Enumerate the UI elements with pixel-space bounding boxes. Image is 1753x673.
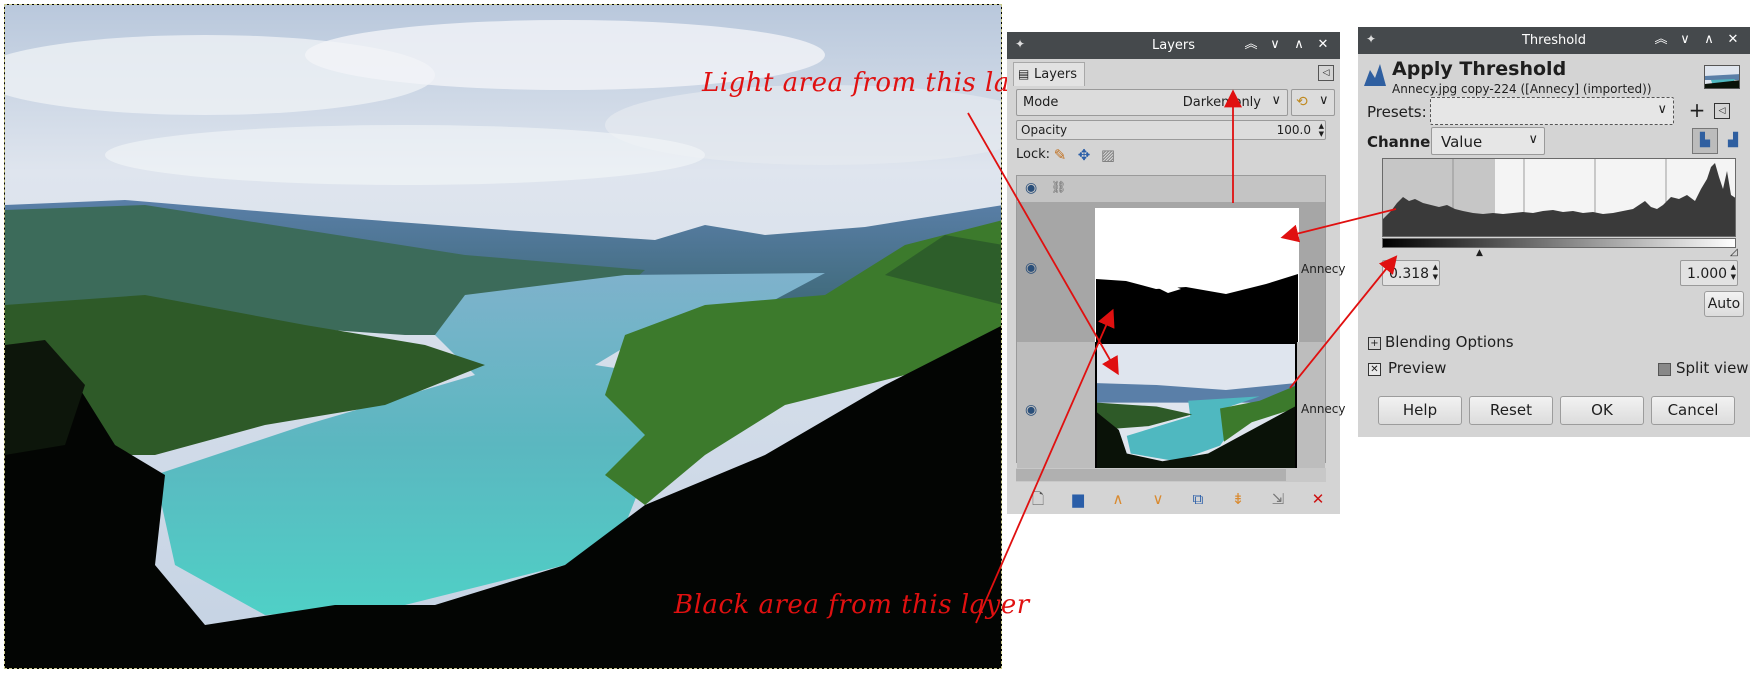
tab-menu-icon[interactable]: ◁ — [1318, 65, 1334, 81]
scrollbar-thumb[interactable] — [1016, 469, 1286, 481]
presets-combo[interactable]: ∨ — [1430, 97, 1674, 125]
preview-label: Preview — [1388, 359, 1447, 377]
ok-button[interactable]: OK — [1560, 396, 1644, 425]
presets-label: Presets: — [1367, 103, 1427, 121]
channel-select[interactable]: Value ∨ — [1431, 127, 1545, 155]
layers-tab-icon: ▤ — [1018, 67, 1030, 81]
close-icon[interactable]: ✕ — [1315, 37, 1331, 53]
lock-label: Lock: — [1016, 147, 1051, 162]
value-gradient-bar — [1382, 238, 1736, 248]
eye-icon: ◉ — [1025, 180, 1038, 196]
layer-name: Annecy — [1301, 402, 1346, 416]
split-view-label: Split view — [1676, 359, 1749, 377]
move-lock-icon[interactable]: ✥ — [1075, 146, 1093, 164]
spin-arrows-icon[interactable]: ▲ ▼ — [1319, 122, 1324, 138]
layer-list[interactable]: ◉ ⛓ ◉ Annecy ◉ Annecy — [1016, 175, 1346, 482]
high-threshold-value: 1.000 — [1687, 266, 1728, 282]
threshold-titlebar: ✦ Threshold ︽ ∨ ∧ ✕ — [1358, 27, 1750, 54]
merge-icon[interactable]: ⇲ — [1269, 490, 1287, 508]
layers-dock: ✦ Layers ︽ ∨ ∧ ✕ ▤ Layers ◁ Mode Darken … — [1007, 32, 1346, 514]
close-icon[interactable]: ✕ — [1725, 32, 1741, 48]
tab-layers-label: Layers — [1034, 67, 1078, 82]
opacity-value: 100.0 — [1276, 123, 1311, 137]
layer-name: Annecy — [1301, 262, 1346, 276]
help-button[interactable]: Help — [1378, 396, 1462, 425]
eye-icon[interactable]: ◉ — [1025, 260, 1037, 276]
threshold-tool-icon — [1362, 60, 1388, 88]
alpha-lock-icon[interactable]: ▨ — [1099, 146, 1117, 164]
log-histogram-icon[interactable]: ▟ — [1720, 128, 1746, 154]
spin-arrows-icon[interactable]: ▲ ▼ — [1731, 262, 1736, 282]
composite-mode-button[interactable]: ⟲ ∨ — [1291, 89, 1335, 116]
annotation-black-area: Black area from this layer — [674, 590, 1030, 620]
auto-button[interactable]: Auto — [1704, 291, 1744, 317]
new-group-icon[interactable]: ▆ — [1069, 490, 1087, 508]
layers-titlebar: ✦ Layers ︽ ∨ ∧ ✕ — [1007, 32, 1340, 59]
chevron-down-icon: ∨ — [1528, 132, 1538, 147]
channel-value: Value — [1441, 133, 1483, 151]
chevron-down-icon: ∨ — [1319, 93, 1329, 108]
annotation-light-area: Light area from this layer — [702, 68, 1054, 98]
anchor-icon[interactable]: ⇟ — [1229, 490, 1247, 508]
minimize-icon[interactable]: ∨ — [1267, 37, 1283, 53]
layer-row[interactable]: ◉ Annecy — [1017, 202, 1346, 344]
split-view-checkbox[interactable] — [1658, 363, 1671, 376]
linear-histogram-icon[interactable]: ▙ — [1692, 128, 1718, 154]
expand-icon[interactable]: + — [1368, 337, 1381, 350]
delete-icon[interactable]: ✕ — [1309, 490, 1327, 508]
paint-lock-icon[interactable]: ✎ — [1051, 146, 1069, 164]
opacity-slider[interactable]: Opacity 100.0 ▲ ▼ — [1016, 120, 1326, 140]
low-threshold-value: 0.318 — [1389, 266, 1430, 282]
low-threshold-input[interactable]: 0.318 ▲ ▼ — [1382, 260, 1440, 286]
image-canvas[interactable] — [4, 4, 1002, 669]
shade-up-icon[interactable]: ︽ — [1653, 32, 1669, 48]
layer-row[interactable]: ◉ Annecy — [1017, 342, 1346, 482]
duplicate-icon[interactable]: ⧉ — [1189, 490, 1207, 508]
plus-icon[interactable]: + — [1688, 100, 1706, 120]
maximize-icon[interactable]: ∧ — [1701, 32, 1717, 48]
raise-icon[interactable]: ∧ — [1109, 490, 1127, 508]
histogram[interactable] — [1382, 158, 1736, 237]
high-threshold-input[interactable]: 1.000 ▲ ▼ — [1680, 260, 1738, 286]
presets-menu-icon[interactable]: ◁ — [1714, 103, 1730, 119]
chevron-down-icon: ∨ — [1271, 93, 1281, 108]
eye-icon[interactable]: ◉ — [1025, 402, 1037, 418]
tab-layers[interactable]: ▤ Layers — [1013, 62, 1085, 86]
opacity-label: Opacity — [1021, 123, 1068, 137]
dialog-subtitle: Annecy.jpg copy-224 ([Annecy] (imported)… — [1392, 82, 1652, 96]
new-layer-icon[interactable]: 🗋 — [1029, 490, 1047, 508]
histogram-bars — [1383, 159, 1735, 236]
minimize-icon[interactable]: ∨ — [1677, 32, 1693, 48]
chain-icon: ⛓ — [1051, 180, 1067, 194]
cancel-button[interactable]: Cancel — [1651, 396, 1735, 425]
layer-list-header: ◉ ⛓ — [1017, 176, 1325, 202]
landscape-image — [5, 5, 1001, 668]
layer-list-scrollbar[interactable] — [1016, 468, 1326, 482]
reset-button[interactable]: Reset — [1469, 396, 1553, 425]
layer-thumbnail-photo — [1095, 342, 1297, 476]
spin-arrows-icon[interactable]: ▲ ▼ — [1433, 262, 1438, 282]
mode-value: Darken only — [1182, 95, 1261, 110]
dialog-heading: Apply Threshold — [1392, 58, 1567, 80]
high-threshold-handle[interactable]: ◿ — [1730, 247, 1738, 258]
chevron-down-icon: ∨ — [1657, 102, 1667, 117]
maximize-icon[interactable]: ∧ — [1291, 37, 1307, 53]
lower-icon[interactable]: ∨ — [1149, 490, 1167, 508]
mode-select[interactable]: Mode Darken only ∨ — [1016, 89, 1288, 116]
threshold-dialog: ✦ Threshold ︽ ∨ ∧ ✕ Apply Threshold Anne… — [1358, 27, 1750, 437]
mode-label: Mode — [1023, 95, 1059, 110]
shade-up-icon[interactable]: ︽ — [1243, 37, 1259, 53]
blending-options-expander[interactable]: Blending Options — [1385, 333, 1514, 351]
preview-checkbox[interactable]: ✕ — [1368, 363, 1381, 376]
composite-icon: ⟲ — [1296, 94, 1308, 110]
low-threshold-handle[interactable]: ▲ — [1476, 248, 1483, 258]
layer-thumbnail-threshold — [1095, 208, 1299, 344]
image-preview-thumbnail — [1704, 65, 1740, 89]
